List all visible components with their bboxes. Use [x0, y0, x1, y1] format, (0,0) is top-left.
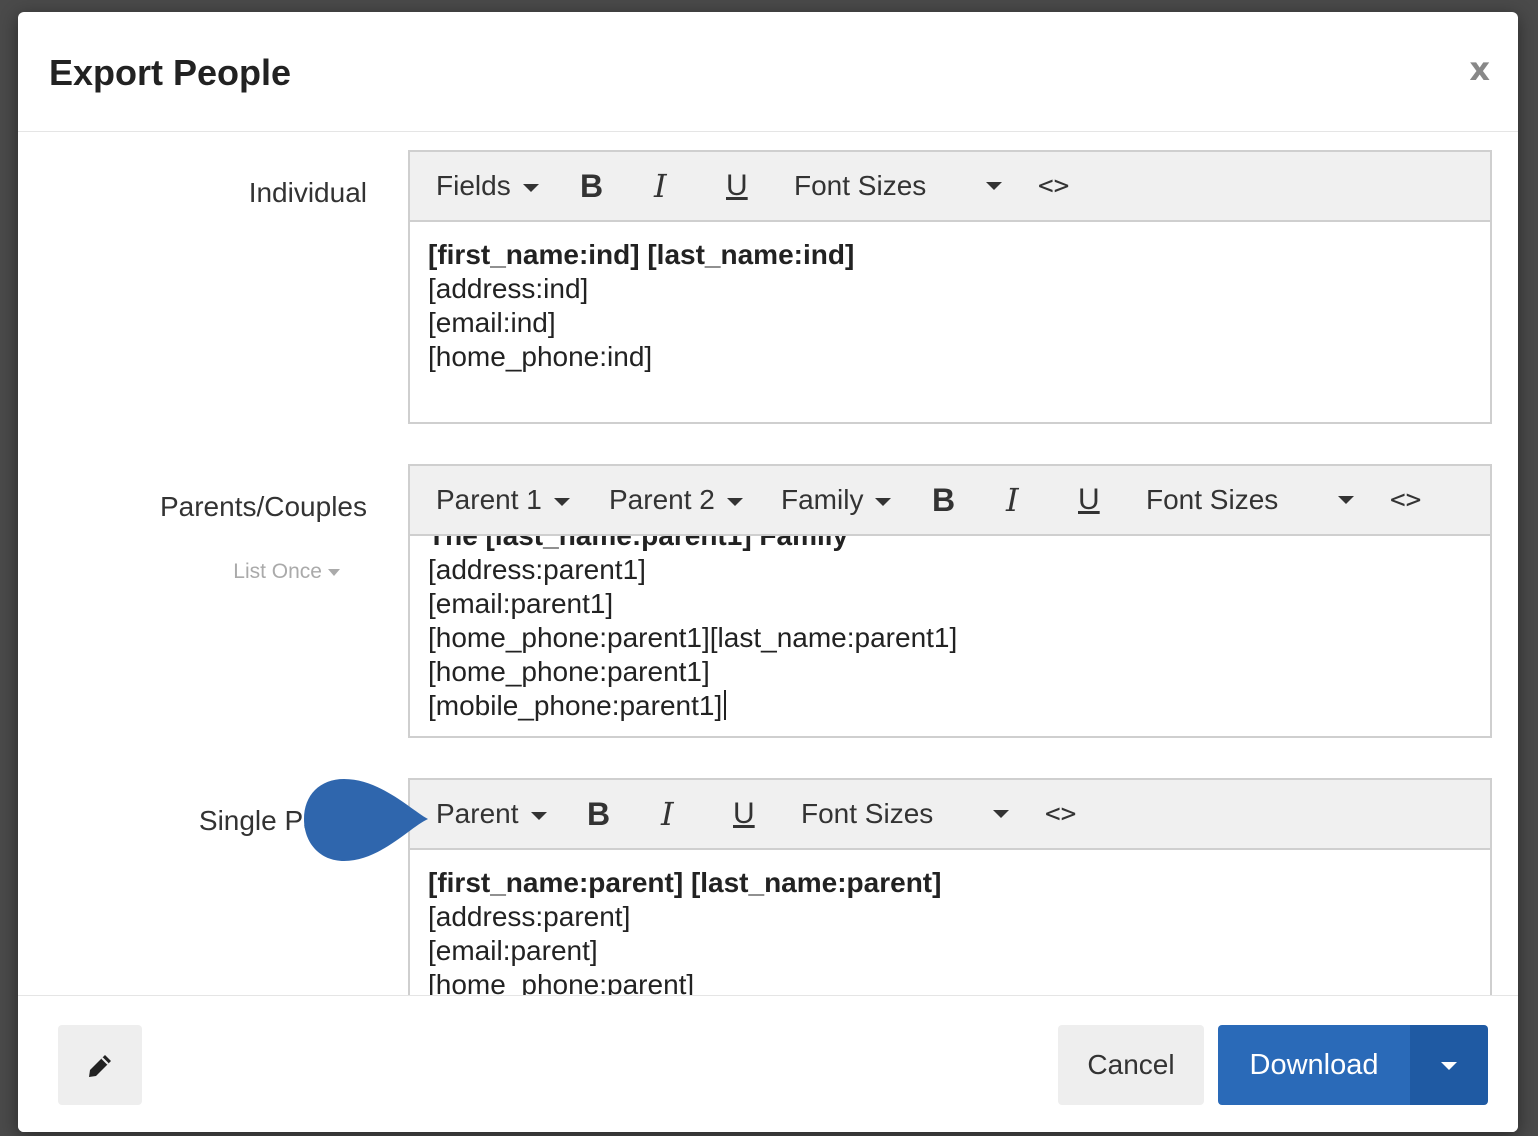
content-line: [home_phone:ind]: [428, 341, 653, 372]
content-line: [email:ind]: [428, 307, 556, 338]
parent1-dropdown[interactable]: Parent 1: [436, 466, 570, 534]
single-parent-toolbar: Parent B I U Font Sizes <>: [410, 780, 1490, 850]
content-line: [email:parent]: [428, 935, 598, 966]
download-options-button[interactable]: [1410, 1025, 1488, 1105]
chevron-down-icon: [328, 568, 340, 576]
bold-button[interactable]: B: [587, 780, 610, 848]
pencil-icon: [89, 1055, 111, 1077]
italic-button[interactable]: I: [661, 780, 674, 848]
content-line: [address:parent1]: [428, 554, 646, 585]
parents-content[interactable]: The [last_name:parent1] Family [address:…: [410, 536, 1490, 736]
code-view-button[interactable]: <>: [1390, 466, 1421, 534]
underline-button[interactable]: U: [1078, 466, 1100, 534]
individual-label: Individual: [248, 177, 367, 208]
content-line: [address:parent]: [428, 901, 631, 932]
font-sizes-dropdown[interactable]: Font Sizes: [801, 780, 1011, 848]
dialog-body: Individual Fields B I U Font Sizes <> [f…: [18, 133, 1518, 995]
italic-button[interactable]: I: [654, 152, 667, 220]
content-line: [first_name:ind] [last_name:ind]: [428, 239, 855, 270]
chevron-down-icon: [993, 810, 1009, 818]
chevron-down-icon: [1338, 496, 1354, 504]
chevron-down-icon: [986, 182, 1002, 190]
fields-dropdown[interactable]: Fields: [436, 152, 539, 220]
download-button[interactable]: Download: [1218, 1025, 1410, 1105]
parents-couples-editor: Parent 1 Parent 2 Family B I U Font Size…: [408, 464, 1492, 738]
dialog-footer: Cancel Download: [18, 995, 1518, 1132]
parents-couples-label: Parents/Couples: [159, 491, 367, 522]
content-line: The [last_name:parent1] Family: [428, 536, 1472, 553]
content-line: [email:parent1]: [428, 588, 614, 619]
cancel-button[interactable]: Cancel: [1058, 1025, 1204, 1105]
font-sizes-dropdown[interactable]: Font Sizes: [1146, 466, 1356, 534]
content-line: [home_phone:parent1]: [428, 656, 710, 687]
list-once-dropdown[interactable]: List Once: [18, 560, 340, 584]
chevron-down-icon: [553, 497, 570, 506]
parent-dropdown[interactable]: Parent: [436, 780, 547, 848]
code-view-button[interactable]: <>: [1038, 152, 1069, 220]
content-line: [address:ind]: [428, 273, 589, 304]
pointer-icon: [304, 779, 428, 861]
chevron-down-icon: [1441, 1062, 1457, 1070]
underline-button[interactable]: U: [726, 152, 748, 220]
parents-toolbar: Parent 1 Parent 2 Family B I U Font Size…: [410, 466, 1490, 536]
individual-toolbar: Fields B I U Font Sizes <>: [410, 152, 1490, 222]
chevron-down-icon: [726, 497, 743, 506]
italic-button[interactable]: I: [1006, 466, 1019, 534]
close-button[interactable]: x: [1469, 50, 1490, 88]
single-parent-content[interactable]: [first_name:parent] [last_name:parent] […: [410, 850, 1490, 995]
bold-button[interactable]: B: [580, 152, 603, 220]
code-view-button[interactable]: <>: [1045, 780, 1076, 848]
content-line-with-cursor: [mobile_phone:parent1]: [428, 689, 1472, 723]
single-parent-editor: Parent B I U Font Sizes <> [first_name:p…: [408, 778, 1492, 995]
bold-button[interactable]: B: [932, 466, 955, 534]
content-line: [home_phone:parent]: [428, 969, 695, 995]
family-dropdown[interactable]: Family: [781, 466, 892, 534]
content-line: [home_phone:parent1][last_name:parent1]: [428, 622, 958, 653]
chevron-down-icon: [522, 183, 539, 192]
underline-button[interactable]: U: [733, 780, 755, 848]
dialog-header: Export People x: [18, 12, 1518, 132]
dialog-title: Export People: [49, 52, 292, 93]
edit-button[interactable]: [58, 1025, 142, 1105]
chevron-down-icon: [875, 497, 892, 506]
font-sizes-dropdown[interactable]: Font Sizes: [794, 152, 1004, 220]
export-people-dialog: Export People x Individual Fields B I U …: [18, 12, 1518, 1132]
individual-editor: Fields B I U Font Sizes <> [first_name:i…: [408, 150, 1492, 424]
content-line: [first_name:parent] [last_name:parent]: [428, 867, 942, 898]
individual-content[interactable]: [first_name:ind] [last_name:ind] [addres…: [410, 222, 1490, 422]
text-cursor: [724, 690, 727, 720]
chevron-down-icon: [530, 811, 547, 820]
parent2-dropdown[interactable]: Parent 2: [609, 466, 743, 534]
